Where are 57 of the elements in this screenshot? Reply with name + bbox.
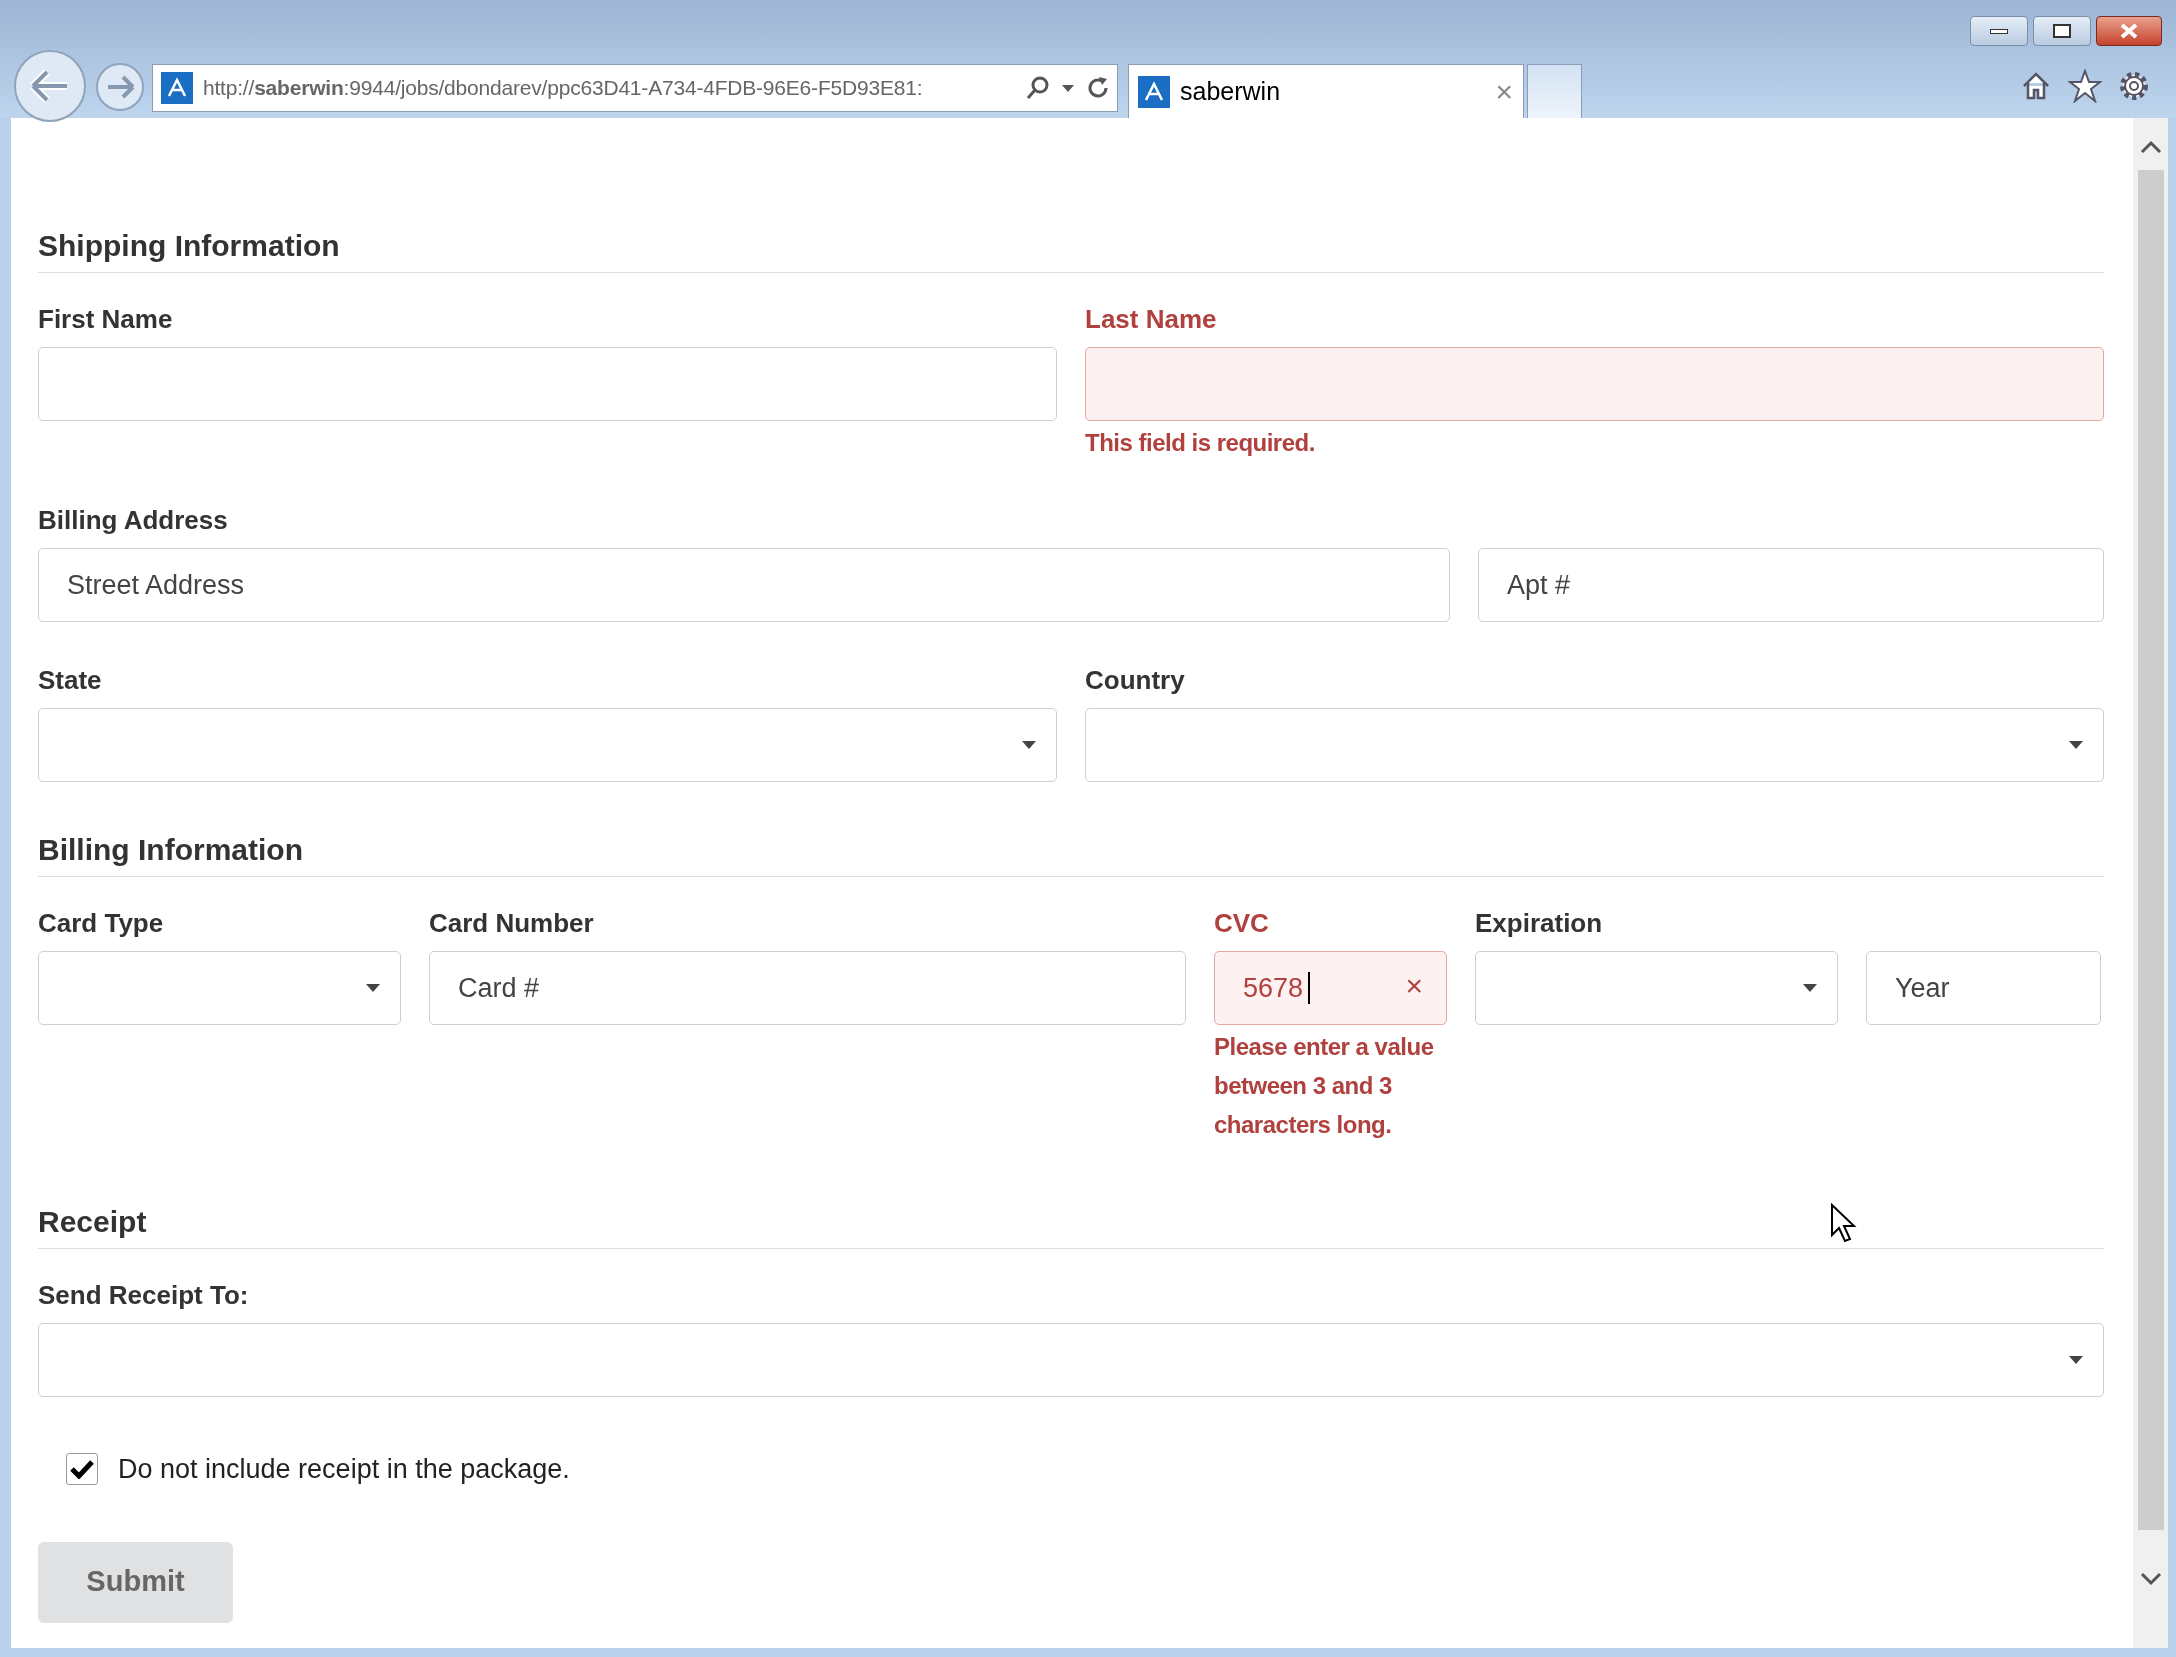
maximize-button[interactable]: [2033, 16, 2091, 46]
caret-icon: [2069, 741, 2083, 749]
close-icon: [2118, 22, 2140, 40]
select-field[interactable]: [1475, 951, 1838, 1025]
select-field[interactable]: [38, 1323, 2104, 1397]
field-label: Card Number: [429, 907, 595, 939]
minimize-icon: [1990, 28, 2008, 34]
caret-icon: [1803, 984, 1817, 992]
tab-title: saberwin: [1180, 75, 1282, 107]
section-heading: Billing Information: [38, 832, 303, 868]
settings-icon[interactable]: [2117, 69, 2151, 103]
input-field[interactable]: Street Address: [38, 548, 1450, 622]
search-icon[interactable]: [1025, 75, 1051, 101]
field-label: Country: [1085, 664, 1186, 696]
scroll-down-icon[interactable]: [2139, 1572, 2162, 1586]
maximize-icon: [2053, 24, 2071, 38]
input-field[interactable]: [38, 347, 1057, 421]
field-label: Card Type: [38, 907, 165, 939]
checkbox[interactable]: [66, 1453, 98, 1486]
caret-icon: [1022, 741, 1036, 749]
input-field[interactable]: Card #: [429, 951, 1186, 1025]
field-label: Send Receipt To:: [38, 1279, 250, 1311]
field-label: Expiration: [1475, 907, 1604, 939]
error-message: Please enter a value between 3 and 3 characters long.: [1214, 1032, 1435, 1140]
clear-button[interactable]: ×: [1405, 971, 1423, 1001]
select-field[interactable]: [38, 708, 1057, 782]
select-field[interactable]: [38, 951, 401, 1025]
scroll-up-icon[interactable]: [2139, 140, 2162, 154]
back-icon[interactable]: [13, 49, 87, 123]
field-label: CVC: [1214, 907, 1270, 939]
checkbox-label: Do not include receipt in the package.: [118, 1453, 570, 1486]
mouse-pointer-icon: [1830, 1203, 1858, 1243]
error-message: This field is required.: [1085, 428, 1316, 458]
site-logo-icon: [1138, 75, 1170, 108]
scrollbar[interactable]: [2133, 118, 2168, 1648]
dropdown-arrow-icon[interactable]: [1061, 83, 1075, 93]
scrollbar-thumb[interactable]: [2137, 170, 2164, 1530]
tab-close-button[interactable]: ×: [1495, 76, 1513, 107]
field-label: First Name: [38, 303, 174, 335]
select-field[interactable]: [1085, 708, 2104, 782]
input-field[interactable]: Year: [1866, 951, 2101, 1025]
browser-tab[interactable]: saberwin ×: [1128, 64, 1524, 118]
input-field[interactable]: Apt #: [1478, 548, 2104, 622]
caret-icon: [2069, 1356, 2083, 1364]
caret-icon: [366, 984, 380, 992]
field-label: State: [38, 664, 103, 696]
section-heading: Receipt: [38, 1204, 147, 1240]
section-heading: Shipping Information: [38, 228, 340, 264]
url-text: http://saberwin:9944/jobs/dbondarev/ppc63D41-A734-4FDB-96E6-F5D93E81:: [203, 75, 924, 102]
input-field[interactable]: [1085, 347, 2104, 421]
field-label: Billing Address: [38, 504, 229, 536]
field-label: Last Name: [1085, 303, 1218, 335]
star-icon[interactable]: [2068, 69, 2102, 103]
address-bar[interactable]: http://saberwin:9944/jobs/dbondarev/ppc63D41-A734-4FDB-96E6-F5D93E81:: [152, 64, 1118, 112]
minimize-button[interactable]: [1970, 16, 2028, 46]
close-window-button[interactable]: [2096, 16, 2162, 46]
site-logo-icon: [161, 72, 193, 104]
